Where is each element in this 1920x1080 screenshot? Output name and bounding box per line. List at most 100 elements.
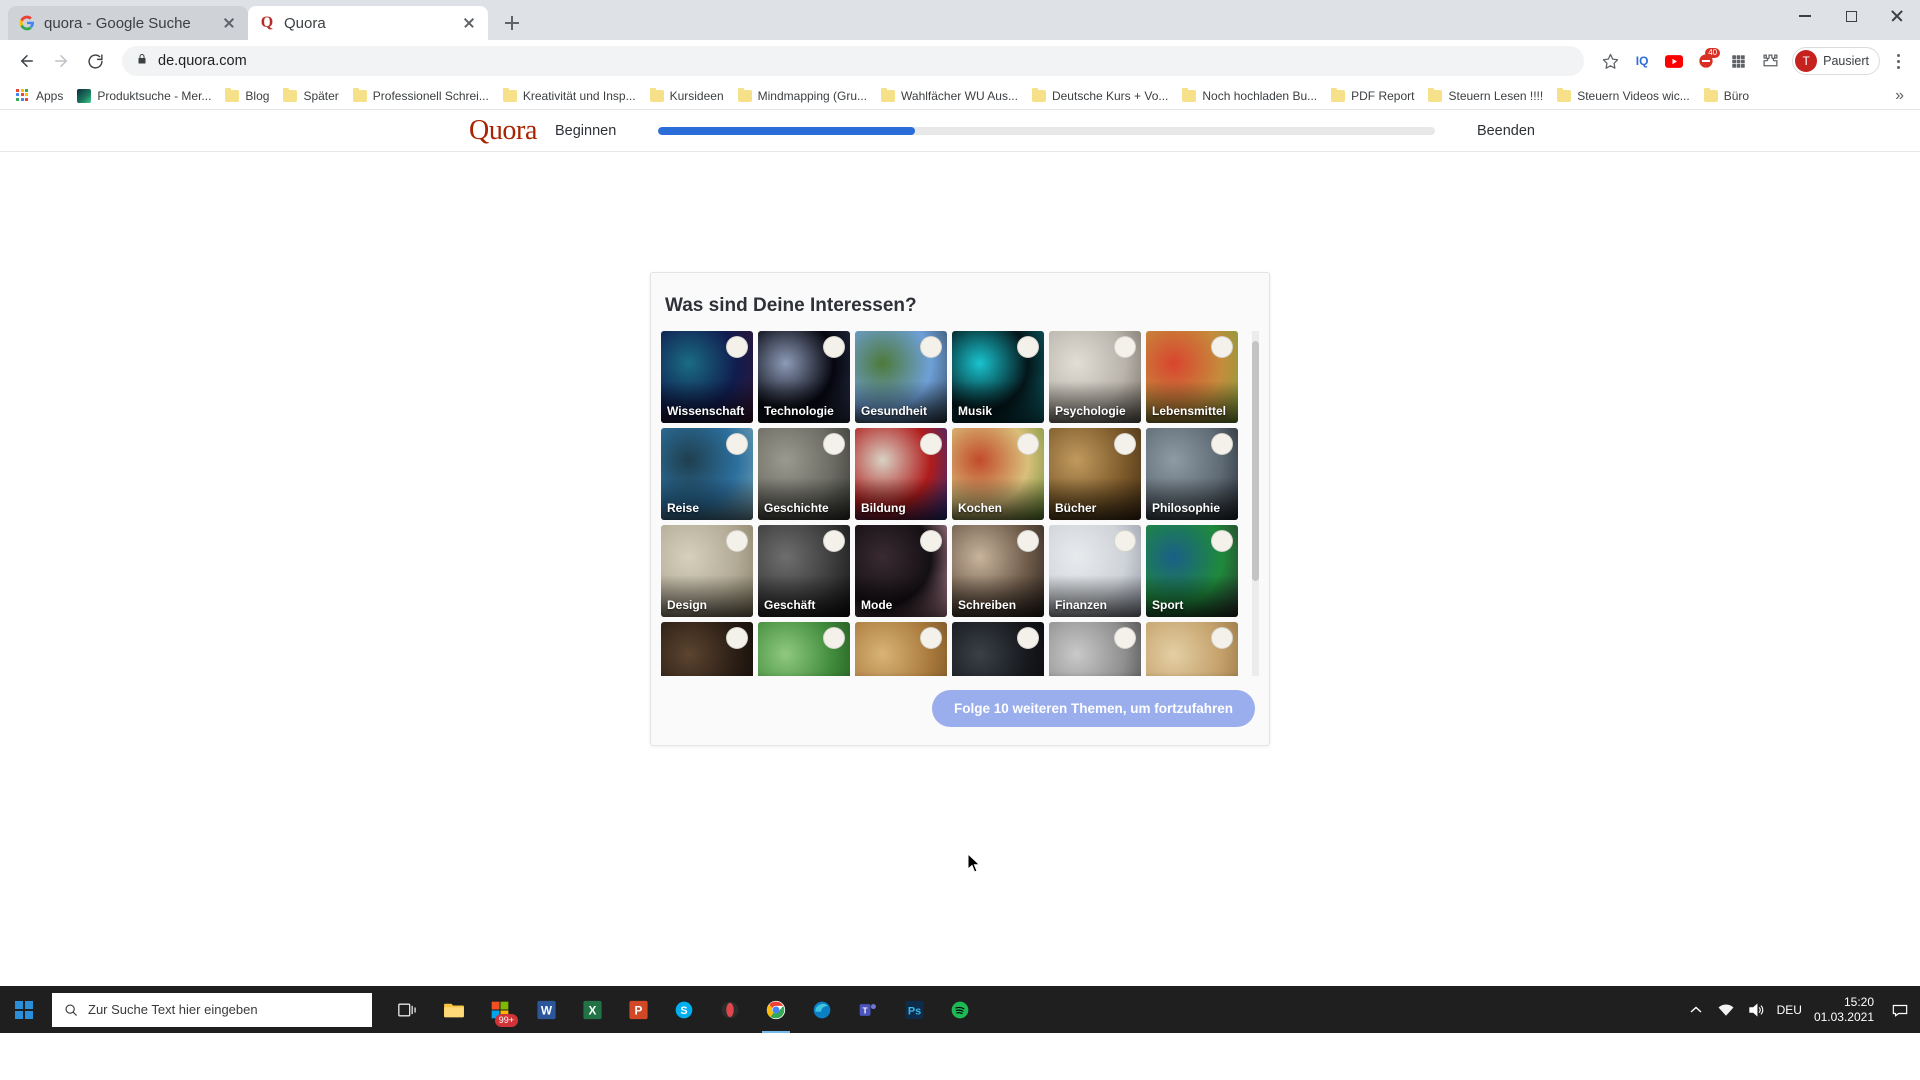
address-bar[interactable]: de.quora.com — [122, 46, 1584, 76]
topic-tile[interactable]: Technologie — [758, 331, 850, 423]
taskbar-app-edge[interactable] — [800, 986, 844, 1033]
taskbar-app-file-explorer[interactable] — [432, 986, 476, 1033]
maximize-button[interactable] — [1828, 0, 1874, 32]
taskbar-app-excel[interactable]: X — [570, 986, 614, 1033]
bookmark-pdf-report[interactable]: PDF Report — [1325, 86, 1420, 106]
puzzle-extension-icon[interactable] — [1756, 47, 1784, 75]
close-window-button[interactable] — [1874, 0, 1920, 32]
taskbar-app-teams[interactable]: T — [846, 986, 890, 1033]
profile-button[interactable]: T Pausiert — [1792, 47, 1880, 75]
topic-select-checkbox[interactable] — [1114, 336, 1136, 358]
topic-tile[interactable] — [1049, 622, 1141, 676]
close-icon[interactable] — [460, 14, 478, 32]
topic-tile[interactable]: Lebensmittel — [1146, 331, 1238, 423]
topic-select-checkbox[interactable] — [726, 627, 748, 649]
topic-tile[interactable] — [952, 622, 1044, 676]
bookmark-buero[interactable]: Büro — [1698, 86, 1755, 106]
taskbar-app-opera[interactable] — [708, 986, 752, 1033]
scrollbar-thumb[interactable] — [1252, 341, 1259, 581]
topic-tile[interactable] — [855, 622, 947, 676]
topic-tile[interactable]: Schreiben — [952, 525, 1044, 617]
grid-extension-icon[interactable] — [1724, 47, 1752, 75]
topic-select-checkbox[interactable] — [726, 530, 748, 552]
topic-tile[interactable]: Geschichte — [758, 428, 850, 520]
network-icon[interactable] — [1717, 1001, 1735, 1019]
youtube-extension-icon[interactable] — [1660, 47, 1688, 75]
topic-select-checkbox[interactable] — [1017, 336, 1039, 358]
show-hidden-icons[interactable] — [1687, 1001, 1705, 1019]
topic-tile[interactable]: Psychologie — [1049, 331, 1141, 423]
action-center-icon[interactable] — [1890, 1000, 1910, 1020]
taskbar-search[interactable]: Zur Suche Text hier eingeben — [52, 993, 372, 1027]
clock[interactable]: 15:20 01.03.2021 — [1814, 995, 1874, 1025]
bookmark-mindmapping[interactable]: Mindmapping (Gru... — [732, 86, 873, 106]
topic-select-checkbox[interactable] — [726, 336, 748, 358]
tab-google-search[interactable]: quora - Google Suche — [8, 6, 248, 40]
topic-select-checkbox[interactable] — [823, 530, 845, 552]
topic-tile[interactable]: Wissenschaft — [661, 331, 753, 423]
bookmark-blog[interactable]: Blog — [219, 86, 275, 106]
bookmark-noch-hochladen[interactable]: Noch hochladen Bu... — [1176, 86, 1323, 106]
bookmark-apps[interactable]: Apps — [10, 86, 69, 106]
reload-icon[interactable] — [80, 46, 110, 76]
windows-start-icon[interactable] — [0, 986, 48, 1033]
topic-select-checkbox[interactable] — [920, 530, 942, 552]
bookmark-deutsche-kurs[interactable]: Deutsche Kurs + Vo... — [1026, 86, 1174, 106]
new-tab-button[interactable] — [498, 9, 526, 37]
topic-select-checkbox[interactable] — [726, 433, 748, 455]
bookmark-wahlfaecher[interactable]: Wahlfächer WU Aus... — [875, 86, 1024, 106]
bookmarks-overflow-icon[interactable]: » — [1889, 87, 1910, 105]
topic-select-checkbox[interactable] — [823, 627, 845, 649]
topic-select-checkbox[interactable] — [1017, 530, 1039, 552]
tab-quora[interactable]: Q Quora — [248, 6, 488, 40]
topic-select-checkbox[interactable] — [1211, 433, 1233, 455]
language-indicator[interactable]: DEU — [1777, 1003, 1802, 1017]
bookmark-kursideen[interactable]: Kursideen — [644, 86, 730, 106]
taskbar-app-powerpoint[interactable]: P — [616, 986, 660, 1033]
taskbar-app-microsoft-store[interactable]: 99+ — [478, 986, 522, 1033]
topic-tile[interactable]: Gesundheit — [855, 331, 947, 423]
scroll-down-arrow[interactable] — [1252, 668, 1259, 676]
star-icon[interactable] — [1596, 47, 1624, 75]
topic-tile[interactable]: Bücher — [1049, 428, 1141, 520]
topic-tile[interactable]: Kochen — [952, 428, 1044, 520]
adblock-extension-icon[interactable]: 40 — [1692, 47, 1720, 75]
back-arrow-icon[interactable] — [12, 46, 42, 76]
scrollbar-track[interactable] — [1252, 331, 1259, 676]
topic-tile[interactable]: Mode — [855, 525, 947, 617]
bookmark-steuern-lesen[interactable]: Steuern Lesen !!!! — [1422, 86, 1549, 106]
bookmark-kreativitaet[interactable]: Kreativität und Insp... — [497, 86, 642, 106]
topic-tile[interactable] — [758, 622, 850, 676]
scroll-up-arrow[interactable] — [1252, 331, 1259, 339]
topic-tile[interactable]: Sport — [1146, 525, 1238, 617]
topic-select-checkbox[interactable] — [823, 433, 845, 455]
topic-select-checkbox[interactable] — [1211, 627, 1233, 649]
close-icon[interactable] — [220, 14, 238, 32]
taskbar-app-skype[interactable]: S — [662, 986, 706, 1033]
topic-select-checkbox[interactable] — [1017, 627, 1039, 649]
bookmark-steuern-videos[interactable]: Steuern Videos wic... — [1551, 86, 1696, 106]
volume-icon[interactable] — [1747, 1001, 1765, 1019]
topic-select-checkbox[interactable] — [823, 336, 845, 358]
taskbar-app-chrome[interactable] — [754, 986, 798, 1033]
bookmark-professionell-schreiben[interactable]: Professionell Schrei... — [347, 86, 495, 106]
topic-tile[interactable]: Musik — [952, 331, 1044, 423]
topic-select-checkbox[interactable] — [1211, 336, 1233, 358]
task-view-icon[interactable] — [386, 986, 430, 1033]
iq-extension-icon[interactable]: IQ — [1628, 47, 1656, 75]
topic-tile[interactable]: Philosophie — [1146, 428, 1238, 520]
topic-tile[interactable]: Finanzen — [1049, 525, 1141, 617]
taskbar-app-word[interactable]: W — [524, 986, 568, 1033]
minimize-button[interactable] — [1782, 0, 1828, 32]
forward-arrow-icon[interactable] — [46, 46, 76, 76]
topic-tile[interactable]: Design — [661, 525, 753, 617]
taskbar-app-photoshop[interactable]: Ps — [892, 986, 936, 1033]
topic-tile[interactable] — [1146, 622, 1238, 676]
topic-tile[interactable]: Bildung — [855, 428, 947, 520]
topic-select-checkbox[interactable] — [920, 627, 942, 649]
taskbar-app-spotify[interactable] — [938, 986, 982, 1033]
continue-button[interactable]: Folge 10 weiteren Themen, um fortzufahre… — [932, 690, 1255, 727]
topic-select-checkbox[interactable] — [1211, 530, 1233, 552]
topic-select-checkbox[interactable] — [1114, 530, 1136, 552]
topic-select-checkbox[interactable] — [1114, 627, 1136, 649]
